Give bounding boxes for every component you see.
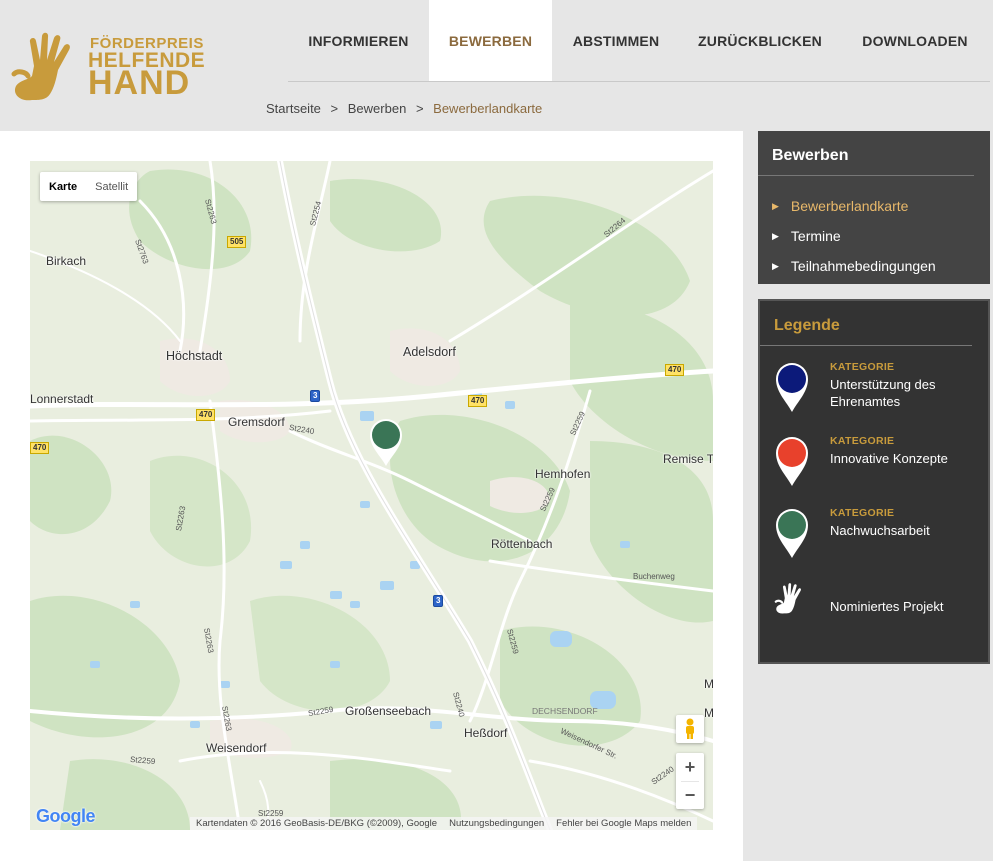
map-label-adelsdorf: Adelsdorf (403, 345, 456, 359)
map-label-hessdorf: Heßdorf (464, 726, 508, 740)
road-shield: 470 (30, 442, 50, 454)
main-nav: INFORMIEREN BEWERBEN ABSTIMMEN ZURÜCKBLI… (288, 0, 990, 82)
triangle-right-icon: ▶ (772, 260, 779, 271)
map-pin-green-icon (776, 509, 808, 558)
sidebar-item-label: Bewerberlandkarte (790, 198, 909, 214)
legend-item-name: Nachwuchsarbeit (830, 523, 930, 538)
map-label-dechsendorf: DECHSENDORF (532, 706, 598, 716)
map-label-edge-m2: M (704, 706, 713, 720)
google-logo-text: Google (36, 806, 96, 826)
map-label-lonnerstadt: Lonnerstadt (30, 392, 94, 406)
autobahn-shield: 3 (433, 595, 444, 607)
logo[interactable]: FÖRDERPREIS HELFENDE HAND (10, 28, 205, 106)
map-pin-blue-icon (776, 363, 808, 412)
sidebar-item-label: Teilnahmebedingungen (790, 258, 936, 274)
legend-item-name: Innovative Konzepte (830, 451, 948, 466)
legend-nominated-label: Nominiertes Projekt (830, 599, 944, 614)
road-shield: 470 (196, 409, 216, 421)
sidebar-item-bewerberlandkarte[interactable]: ▶ Bewerberlandkarte (772, 191, 990, 221)
breadcrumb-home[interactable]: Startseite (266, 101, 321, 116)
sidebar-bewerben-panel: Bewerben ▶ Bewerberlandkarte ▶ Termine ▶… (758, 131, 990, 284)
legend-item-name: Unterstützung des Ehrenamtes (830, 377, 936, 409)
map-background (30, 161, 713, 830)
nav-downloaden[interactable]: DOWNLOADEN (840, 0, 990, 81)
map-type-karte-button[interactable]: Karte (40, 172, 86, 201)
map-label-gremsdorf: Gremsdorf (228, 415, 285, 429)
sidebar-item-teilnahmebedingungen[interactable]: ▶ Teilnahmebedingungen (772, 251, 990, 281)
map-label-grossenseebach: Großenseebach (345, 704, 432, 718)
map-marker-nachwuchsarbeit[interactable] (368, 417, 404, 467)
map-pin-red-icon (776, 437, 808, 486)
legend-panel: Legende KATEGORIE Unterstützung des Ehre… (758, 299, 990, 664)
legend-kategorie-label: KATEGORIE (830, 507, 895, 519)
map-label-weisendorf: Weisendorf (206, 741, 267, 755)
triangle-right-icon: ▶ (772, 230, 779, 241)
map-attribution: Kartendaten © 2016 GeoBasis-DE/BKG (©200… (190, 817, 698, 830)
breadcrumb-parent[interactable]: Bewerben (348, 101, 407, 116)
zoom-control: + − (676, 753, 704, 809)
map-label-birkach: Birkach (46, 254, 87, 268)
logo-text-line3: HAND (88, 64, 191, 102)
main-content: Karte Satellit Birkach Höchstadt Adelsdo… (0, 131, 743, 861)
google-map[interactable]: Karte Satellit Birkach Höchstadt Adelsdo… (30, 161, 713, 830)
sidebar-item-termine[interactable]: ▶ Termine (772, 221, 990, 251)
zoom-out-button[interactable]: − (676, 782, 704, 809)
nav-bewerben[interactable]: BEWERBEN (429, 0, 552, 81)
breadcrumb: Startseite > Bewerben > Bewerberlandkart… (266, 101, 542, 116)
report-error-link[interactable]: Fehler bei Google Maps melden (556, 818, 691, 829)
google-logo[interactable]: Google (36, 806, 96, 827)
nav-abstimmen[interactable]: ABSTIMMEN (552, 0, 680, 81)
map-type-satellit-button[interactable]: Satellit (86, 172, 137, 201)
white-hand-icon (774, 583, 801, 614)
breadcrumb-separator: > (330, 101, 339, 116)
road-shield: 505 (227, 236, 247, 248)
hand-logo-icon (11, 32, 70, 101)
legend-kategorie-label: KATEGORIE (830, 361, 895, 373)
breadcrumb-current: Bewerberlandkarte (433, 101, 543, 116)
autobahn-shield: 3 (310, 390, 321, 402)
map-label-hemhofen: Hemhofen (535, 467, 591, 481)
legend-kategorie-label: KATEGORIE (830, 435, 895, 447)
map-label-buchenweg: Buchenweg (633, 572, 675, 581)
map-type-control: Karte Satellit (40, 172, 138, 201)
triangle-right-icon: ▶ (772, 200, 779, 211)
map-label-roettenbach: Röttenbach (491, 537, 553, 551)
legend-title: Legende (760, 301, 972, 346)
nav-zurueckblicken[interactable]: ZURÜCKBLICKEN (680, 0, 840, 81)
sidebar-title: Bewerben (758, 131, 974, 176)
terms-link[interactable]: Nutzungsbedingungen (449, 818, 544, 829)
road-shield: 470 (468, 395, 488, 407)
zoom-in-button[interactable]: + (676, 753, 704, 781)
breadcrumb-separator: > (415, 101, 424, 116)
street-view-pegman-icon[interactable] (676, 715, 704, 743)
site-header: FÖRDERPREIS HELFENDE HAND INFORMIEREN BE… (0, 0, 993, 131)
attribution-text: Kartendaten © 2016 GeoBasis-DE/BKG (©200… (196, 818, 438, 829)
map-label-hoechstadt: Höchstadt (166, 349, 223, 363)
map-label-edge-m1: M (704, 677, 713, 691)
sidebar-item-label: Termine (790, 228, 841, 244)
nav-informieren[interactable]: INFORMIEREN (288, 0, 429, 81)
map-label-remise: Remise T (663, 452, 713, 466)
road-shield: 470 (665, 364, 685, 376)
sidebar-list: ▶ Bewerberlandkarte ▶ Termine ▶ Teilnahm… (758, 176, 990, 281)
